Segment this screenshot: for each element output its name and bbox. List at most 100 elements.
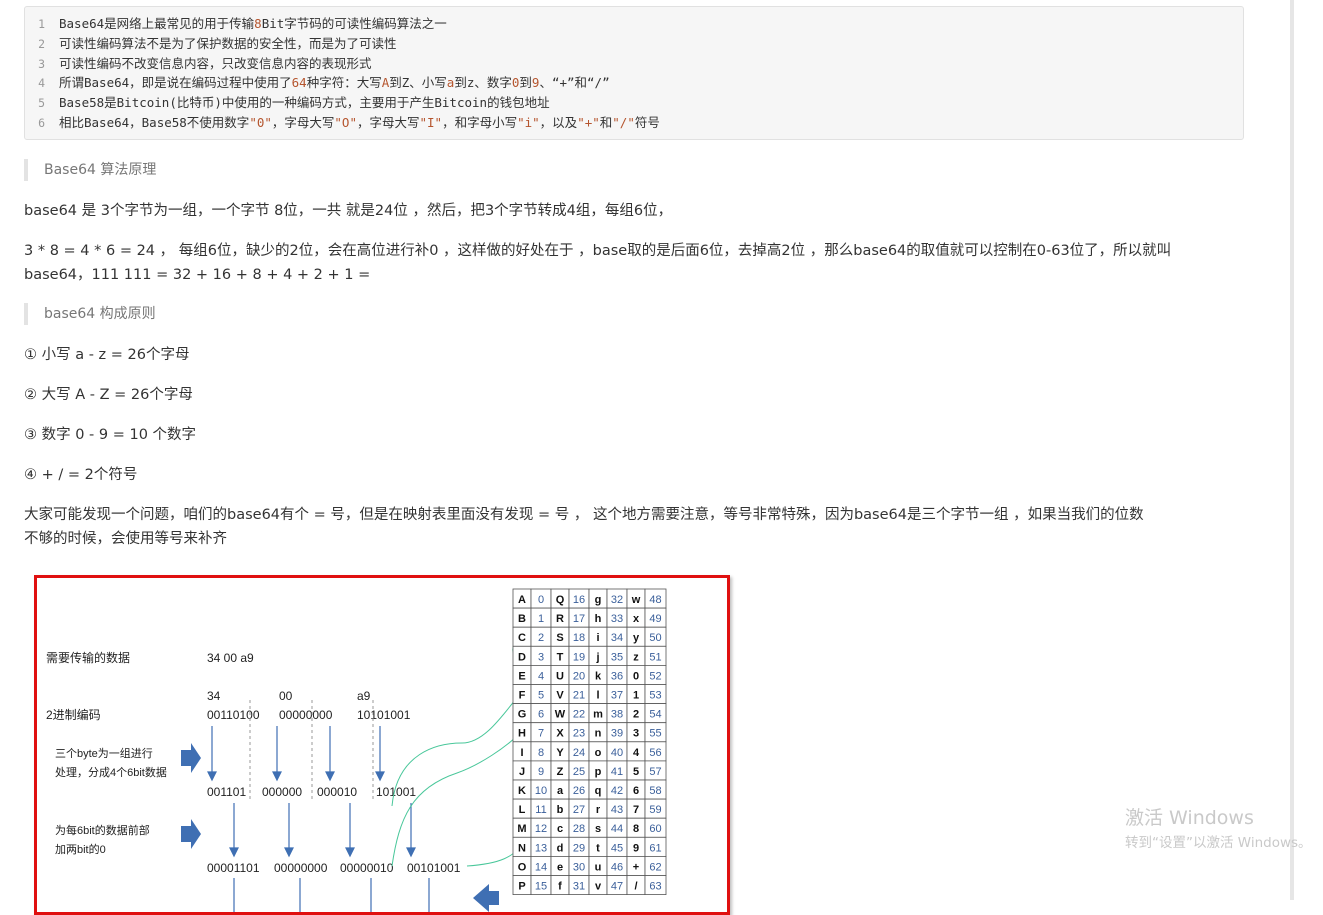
table-char: H (518, 728, 526, 740)
table-char: q (595, 785, 602, 797)
rule-item-digits: ③ 数字 0 - 9 = 10 个数字 (24, 427, 197, 443)
table-char: K (518, 785, 526, 797)
label-data-to-send: 需要传输的数据 (46, 650, 130, 665)
table-char: G (518, 709, 527, 721)
section-heading-principles: base64 构成原则 (24, 303, 156, 325)
table-char: f (558, 881, 562, 893)
table-char: n (595, 728, 602, 740)
table-index: 26 (573, 785, 585, 797)
table-index: 39 (611, 728, 623, 740)
code-text: Base58是Bitcoin(比特币)中使用的一种编码方式，主要用于产生Bitc… (59, 95, 550, 111)
code-block: 1 Base64是网络上最常见的用于传输8Bit字节码的可读性编码算法之一 2 可读性… (24, 6, 1244, 140)
table-index: 13 (535, 842, 547, 854)
table-char: x (633, 613, 640, 625)
table-index: 42 (611, 785, 623, 797)
table-index: 51 (649, 651, 661, 663)
table-index: 16 (573, 594, 585, 606)
table-index: 25 (573, 766, 585, 778)
table-char: F (519, 690, 526, 702)
code-line: 5 Base58是Bitcoin(比特币)中使用的一种编码方式，主要用于产生Bit… (25, 93, 550, 113)
table-index: 2 (538, 632, 544, 644)
table-index: 17 (573, 613, 585, 625)
table-index: 35 (611, 651, 623, 663)
table-index: 40 (611, 747, 623, 759)
table-char: 2 (633, 709, 639, 721)
table-index: 3 (538, 651, 544, 663)
table-char: j (595, 651, 599, 663)
table-index: 57 (649, 766, 661, 778)
line-number: 5 (38, 96, 45, 111)
table-char: s (595, 823, 601, 835)
rule-item-lowercase: ① 小写 a - z = 26个字母 (24, 347, 190, 363)
section-heading-text: base64 构成原则 (44, 306, 156, 322)
table-index: 15 (535, 881, 547, 893)
table-index: 56 (649, 747, 661, 759)
code-text: Base64是网络上最常见的用于传输8Bit字节码的可读性编码算法之一 (59, 16, 447, 31)
block-arrow-right-2 (181, 819, 201, 849)
step1-text-line2: 处理，分成4个6bit数据 (55, 765, 167, 779)
table-index: 34 (611, 632, 623, 644)
binary-byte-3: 10101001 (357, 708, 411, 722)
line-number: 6 (38, 116, 45, 130)
line-number: 2 (38, 36, 45, 51)
table-index: 7 (538, 728, 544, 740)
table-index: 6 (538, 709, 544, 721)
table-char: b (557, 804, 564, 816)
rule-item-uppercase: ② 大写 A - Z = 26个字母 (24, 387, 193, 403)
step1-text-line1: 三个byte为一组进行 (55, 746, 153, 760)
table-index: 30 (573, 861, 585, 873)
line-number: 4 (38, 76, 45, 91)
eight-bit-3: 00000010 (340, 861, 394, 875)
line-number: 3 (38, 56, 45, 71)
table-char: 0 (633, 670, 639, 682)
table-index: 46 (611, 861, 623, 873)
table-char: c (557, 823, 563, 835)
step2-text-line1: 为每6bit的数据前部 (55, 823, 150, 837)
table-char: l (596, 690, 599, 702)
code-line: 3 可读性编码不改变信息内容，只改变信息内容的表现形式 (25, 54, 371, 74)
paragraph-intro: base64 是 3个字节为一组，一个字节 8位，一共 就是24位 ，然后，把3… (24, 203, 673, 219)
table-index: 21 (573, 690, 585, 702)
table-index: 12 (535, 823, 547, 835)
hex-byte-2: 00 (279, 689, 293, 703)
data-value: 34 00 a9 (207, 651, 254, 665)
table-index: 0 (538, 594, 544, 606)
arrowhead-7 (345, 847, 355, 858)
table-index: 61 (649, 842, 661, 854)
section-heading-algorithm: Base64 算法原理 (24, 159, 156, 181)
table-char: O (518, 861, 527, 873)
paragraph-explain-line2: base64，111 111 = 32 + 16 + 8 + 4 + 2 + 1… (24, 267, 371, 283)
table-char: 5 (633, 766, 639, 778)
table-char: E (518, 670, 525, 682)
table-index: 49 (649, 613, 661, 625)
table-char: A (518, 594, 526, 606)
table-index: 24 (573, 747, 585, 759)
table-index: 62 (649, 861, 661, 873)
table-char: i (596, 632, 599, 644)
table-index: 47 (611, 881, 623, 893)
activation-watermark-title: 激活 Windows (1125, 807, 1254, 829)
table-index: 4 (538, 670, 544, 682)
table-char: T (557, 651, 564, 663)
hex-byte-3: a9 (357, 689, 371, 703)
table-index: 36 (611, 670, 623, 682)
table-index: 52 (649, 670, 661, 682)
arrowhead-8 (406, 847, 416, 858)
table-char: Z (557, 766, 564, 778)
activation-watermark-subtitle: 转到“设置”以激活 Windows。 (1125, 835, 1312, 851)
label-binary: 2进制编码 (46, 707, 101, 722)
table-char: + (633, 861, 639, 873)
table-index: 32 (611, 594, 623, 606)
step2-text-line2: 加两bit的0 (55, 842, 106, 856)
table-index: 33 (611, 613, 623, 625)
table-char: J (519, 766, 525, 778)
base64-diagram-svg: 需要传输的数据 34 00 a9 34 00 a9 2进制编码 00110100… (46, 588, 667, 912)
table-index: 37 (611, 690, 623, 702)
table-char: 6 (633, 785, 639, 797)
table-char: t (596, 842, 600, 854)
section-heading-text: Base64 算法原理 (44, 162, 157, 178)
table-char: I (520, 747, 523, 759)
scrollbar[interactable] (1290, 0, 1294, 900)
arrowhead-5 (229, 847, 239, 858)
table-char: 1 (633, 690, 639, 702)
